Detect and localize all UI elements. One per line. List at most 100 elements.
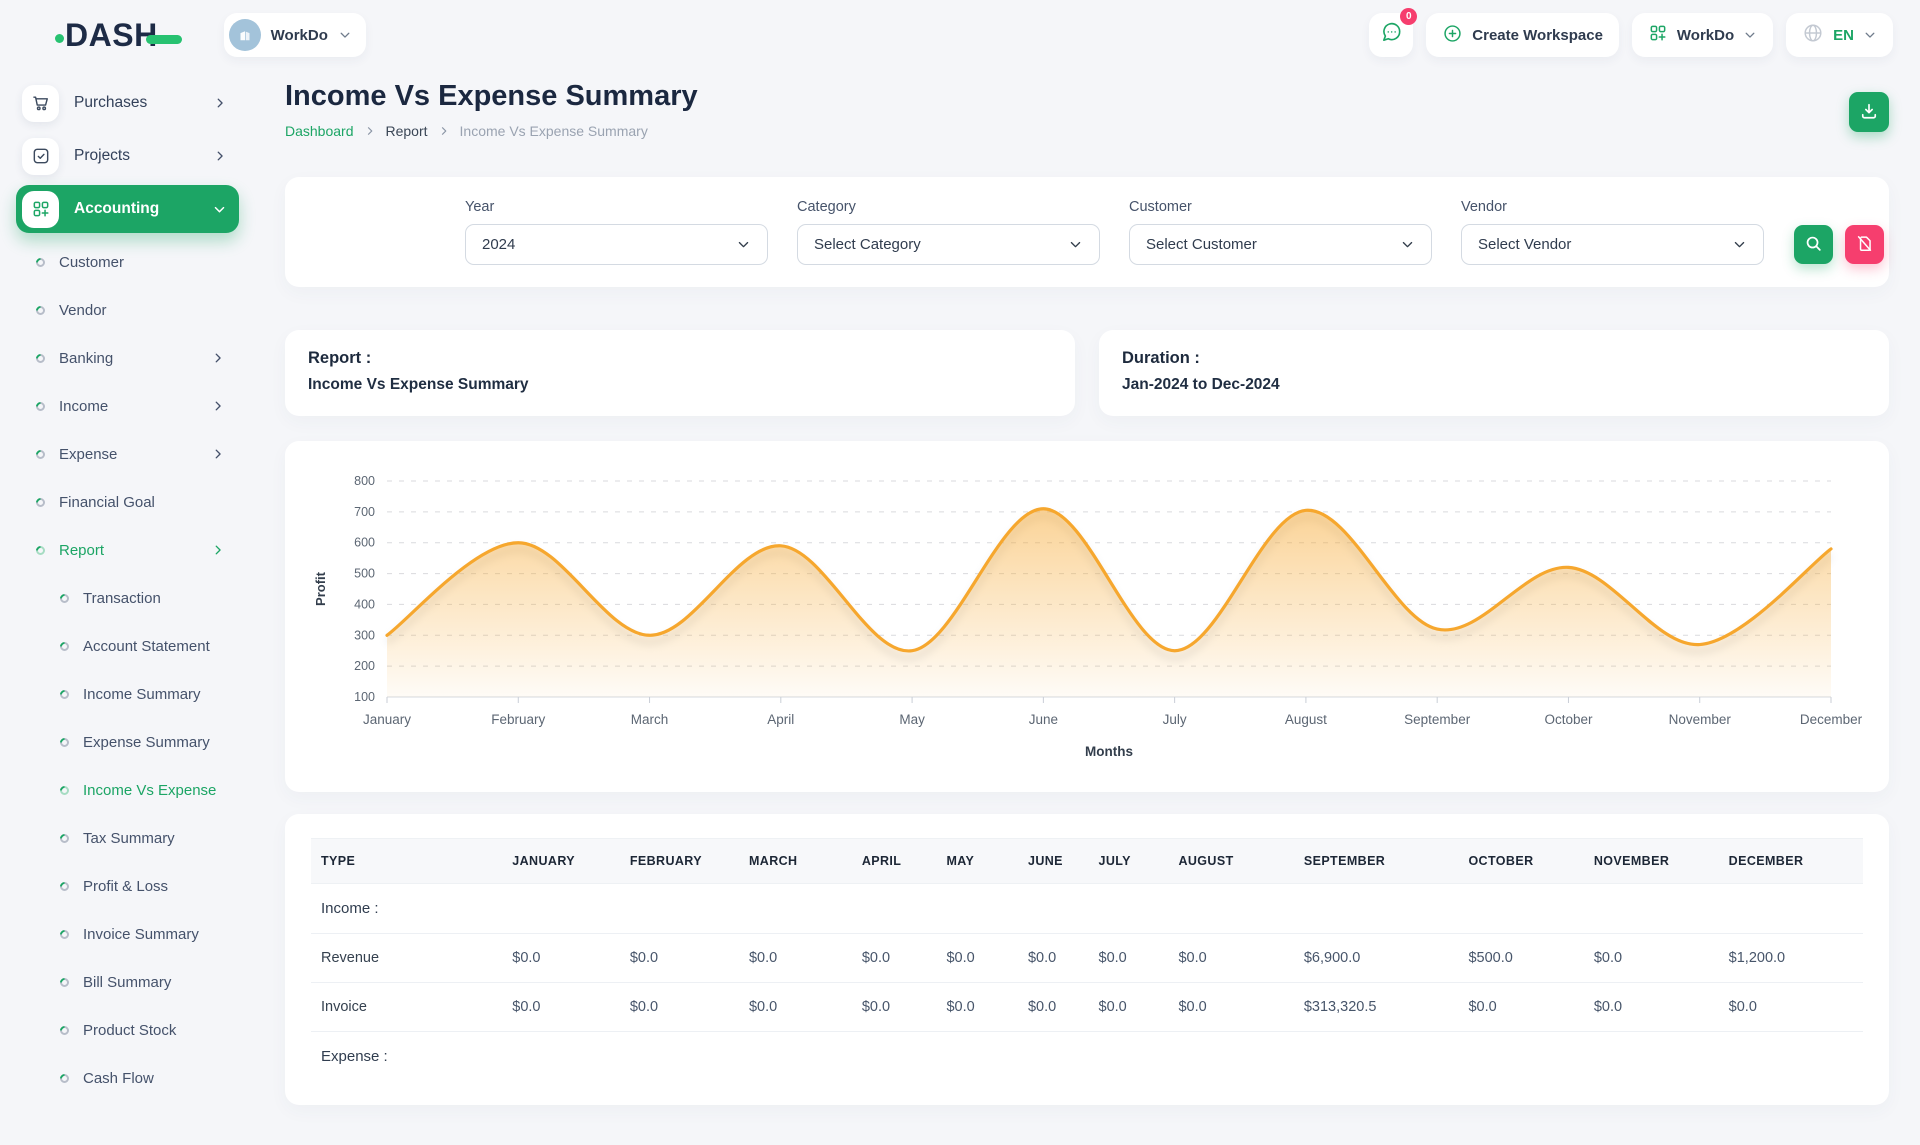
- sidebar-item-expense-summary[interactable]: Expense Summary: [16, 718, 239, 766]
- sidebar-item-projects[interactable]: Projects: [16, 132, 239, 180]
- svg-text:100: 100: [354, 690, 375, 704]
- chevron-right-icon: [364, 125, 376, 137]
- table-row: Revenue$0.0$0.0$0.0$0.0$0.0$0.0$0.0$0.0$…: [311, 934, 1863, 983]
- vendor-select[interactable]: Select Vendor: [1461, 224, 1764, 265]
- svg-text:Profit: Profit: [313, 571, 328, 606]
- sidebar-item-report[interactable]: Report: [16, 526, 239, 574]
- table-col-april: APRIL: [852, 839, 937, 884]
- bullet-icon: [58, 592, 71, 605]
- chevron-right-icon: [213, 149, 227, 163]
- svg-text:August: August: [1285, 712, 1327, 727]
- sidebar-item-bill-summary[interactable]: Bill Summary: [16, 958, 239, 1006]
- sidebar-item-banking[interactable]: Banking: [16, 334, 239, 382]
- messages-count-badge: 0: [1400, 8, 1417, 25]
- svg-text:April: April: [767, 712, 794, 727]
- sidebar-item-transaction[interactable]: Transaction: [16, 574, 239, 622]
- language-selector[interactable]: EN: [1786, 13, 1893, 57]
- profit-chart: 100200300400500600700800JanuaryFebruaryM…: [309, 469, 1865, 769]
- customer-select[interactable]: Select Customer: [1129, 224, 1432, 265]
- table-header-row: TYPEJANUARYFEBRUARYMARCHAPRILMAYJUNEJULY…: [311, 839, 1863, 884]
- breadcrumb-dashboard[interactable]: Dashboard: [285, 123, 354, 139]
- chevron-right-icon: [213, 96, 227, 110]
- download-button[interactable]: [1849, 92, 1889, 132]
- messages-button[interactable]: 0: [1369, 13, 1413, 57]
- account-menu[interactable]: WorkDo: [1632, 13, 1773, 57]
- duration-info-card: Duration : Jan-2024 to Dec-2024: [1099, 330, 1889, 416]
- income-expense-table-card: TYPEJANUARYFEBRUARYMARCHAPRILMAYJUNEJULY…: [285, 814, 1889, 1105]
- sidebar-item-vendor[interactable]: Vendor: [16, 286, 239, 334]
- app-logo[interactable]: DASH: [55, 17, 182, 54]
- sidebar-item-product-stock[interactable]: Product Stock: [16, 1006, 239, 1054]
- chevron-down-icon: [1732, 237, 1747, 252]
- sidebar-item-financial-goal[interactable]: Financial Goal: [16, 478, 239, 526]
- chevron-down-icon: [736, 237, 751, 252]
- chevron-right-icon: [211, 351, 225, 365]
- plus-circle-icon: [1442, 23, 1463, 48]
- sidebar-item-profit-loss[interactable]: Profit & Loss: [16, 862, 239, 910]
- chevron-down-icon: [1863, 28, 1877, 42]
- svg-text:November: November: [1669, 712, 1732, 727]
- sidebar-item-income[interactable]: Income: [16, 382, 239, 430]
- category-select[interactable]: Select Category: [797, 224, 1100, 265]
- sidebar-item-accounting[interactable]: Accounting: [16, 185, 239, 233]
- main-content: Income Vs Expense Summary Dashboard Repo…: [252, 70, 1920, 1145]
- apply-filter-button[interactable]: [1794, 225, 1833, 264]
- top-header: DASH WorkDo 0 Create Workspace Wo: [0, 0, 1920, 70]
- filter-card: Year 2024 Category Select Category Custo…: [285, 177, 1889, 287]
- bullet-icon: [58, 880, 71, 893]
- table-row: Invoice$0.0$0.0$0.0$0.0$0.0$0.0$0.0$0.0$…: [311, 983, 1863, 1032]
- chevron-right-icon: [211, 543, 225, 557]
- bullet-icon: [34, 544, 47, 557]
- download-icon: [1859, 101, 1879, 124]
- table-col-may: MAY: [936, 839, 1018, 884]
- breadcrumb-report[interactable]: Report: [386, 123, 428, 139]
- sidebar-item-expense[interactable]: Expense: [16, 430, 239, 478]
- create-workspace-button[interactable]: Create Workspace: [1426, 13, 1619, 57]
- account-menu-label: WorkDo: [1677, 27, 1734, 44]
- table-col-september: SEPTEMBER: [1294, 839, 1459, 884]
- grid-plus-icon: [1648, 23, 1668, 47]
- svg-text:800: 800: [354, 474, 375, 488]
- report-info-value: Income Vs Expense Summary: [308, 376, 1052, 394]
- sidebar-item-cash-flow[interactable]: Cash Flow: [16, 1054, 239, 1102]
- table-col-october: OCTOBER: [1458, 839, 1583, 884]
- page-title: Income Vs Expense Summary: [285, 80, 698, 113]
- svg-text:200: 200: [354, 659, 375, 673]
- svg-text:500: 500: [354, 567, 375, 581]
- sidebar-item-purchases[interactable]: Purchases: [16, 79, 239, 127]
- accounting-submenu: CustomerVendorBankingIncomeExpenseFinanc…: [16, 238, 239, 1102]
- table-section-row: Income :: [311, 884, 1863, 934]
- bullet-icon: [58, 784, 71, 797]
- sidebar-item-customer[interactable]: Customer: [16, 238, 239, 286]
- workspace-selector[interactable]: WorkDo: [224, 13, 366, 57]
- svg-text:January: January: [363, 712, 411, 727]
- bullet-icon: [58, 688, 71, 701]
- sidebar-item-account-statement[interactable]: Account Statement: [16, 622, 239, 670]
- header-actions: 0 Create Workspace WorkDo EN: [1369, 13, 1893, 57]
- year-label: Year: [465, 199, 768, 215]
- svg-text:December: December: [1800, 712, 1863, 727]
- chevron-down-icon: [338, 28, 352, 42]
- sidebar-item-tax-summary[interactable]: Tax Summary: [16, 814, 239, 862]
- svg-text:Months: Months: [1085, 744, 1133, 759]
- reset-filter-button[interactable]: [1845, 225, 1884, 264]
- sidebar-item-income-vs-expense[interactable]: Income Vs Expense: [16, 766, 239, 814]
- svg-text:February: February: [491, 712, 545, 727]
- bullet-icon: [58, 1024, 71, 1037]
- bullet-icon: [58, 976, 71, 989]
- logo-text: DASH: [65, 17, 158, 54]
- create-workspace-label: Create Workspace: [1472, 27, 1603, 44]
- sidebar-item-invoice-summary[interactable]: Invoice Summary: [16, 910, 239, 958]
- customer-label: Customer: [1129, 199, 1432, 215]
- svg-text:300: 300: [354, 628, 375, 642]
- year-select[interactable]: 2024: [465, 224, 768, 265]
- report-submenu: TransactionAccount StatementIncome Summa…: [16, 574, 239, 1102]
- bullet-icon: [34, 496, 47, 509]
- chevron-right-icon: [438, 125, 450, 137]
- bullet-icon: [58, 928, 71, 941]
- report-info-title: Report :: [308, 349, 1052, 368]
- chevron-right-icon: [211, 447, 225, 461]
- table-col-type: TYPE: [311, 839, 502, 884]
- svg-text:600: 600: [354, 536, 375, 550]
- sidebar-item-income-summary[interactable]: Income Summary: [16, 670, 239, 718]
